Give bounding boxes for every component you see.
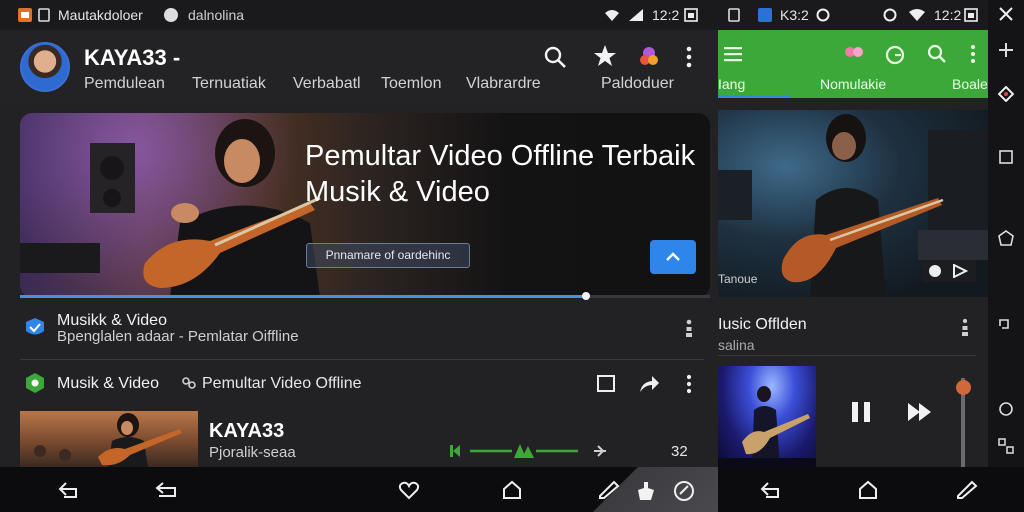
more-vert-icon[interactable] <box>684 45 694 69</box>
status-bar-right: K3:2 12:2 <box>718 0 988 30</box>
more-vert-icon[interactable] <box>684 374 694 394</box>
clipboard-icon <box>728 8 740 22</box>
tab-2[interactable]: Verbabatl <box>293 75 361 93</box>
right-row-title[interactable]: Iusic Offlden <box>718 316 807 334</box>
g-icon <box>816 8 830 22</box>
bookmark-icon[interactable] <box>596 374 616 394</box>
hero-action-button[interactable] <box>650 240 696 274</box>
play-icon[interactable] <box>928 264 970 278</box>
undo-icon[interactable] <box>155 480 179 500</box>
edit-icon[interactable] <box>956 480 978 500</box>
video-controls[interactable] <box>922 260 976 282</box>
app-logo-icon <box>18 8 32 22</box>
star-icon[interactable] <box>593 44 617 68</box>
more-vert-icon[interactable] <box>969 44 977 64</box>
status-app-name: Mautakdoloer <box>58 7 143 23</box>
arrow-icon <box>666 252 680 261</box>
share-icon[interactable] <box>638 374 660 394</box>
heart-icon[interactable] <box>398 480 420 500</box>
circle-icon <box>164 8 178 22</box>
refresh-icon[interactable] <box>884 44 906 66</box>
row1-subtitle: Bpenglalen adaar - Pemlatar Oiffline <box>57 328 299 345</box>
square-icon[interactable] <box>999 150 1013 164</box>
tab-indicator <box>718 95 790 98</box>
audio-waveform[interactable] <box>448 442 614 460</box>
tab-0[interactable]: Pemdulean <box>84 75 165 93</box>
guitarist-thumbnail <box>34 413 182 467</box>
hero-title-line1: Pemultar Video Offline Terbaik <box>305 140 696 172</box>
divider <box>20 359 704 360</box>
right-tab-0[interactable]: Iang <box>718 76 745 92</box>
home-icon[interactable] <box>858 480 878 500</box>
item-thumbnail[interactable] <box>20 411 198 467</box>
edit-icon[interactable] <box>598 480 620 500</box>
guitarist-illustration <box>20 119 321 297</box>
item-title[interactable]: KAYA33 <box>209 420 284 443</box>
right-tab-2[interactable]: Boale <box>952 76 988 92</box>
channel-name: KAYA33 - <box>84 45 181 70</box>
wifi-icon <box>909 9 925 21</box>
right-tab-1[interactable]: Nomulakie <box>820 76 886 92</box>
hero-chip[interactable]: Pnnamare of oardehinc <box>306 243 470 268</box>
color-drop-icon[interactable] <box>637 44 661 68</box>
pentagon-icon[interactable] <box>998 230 1014 246</box>
home-icon[interactable] <box>502 480 522 500</box>
back-icon[interactable] <box>58 480 80 500</box>
people-icon[interactable] <box>843 44 865 64</box>
tab-3[interactable]: Toemlon <box>381 75 441 93</box>
tab-1[interactable]: Ternuatiak <box>192 75 266 93</box>
image-icon <box>964 8 978 22</box>
divider <box>718 355 976 356</box>
grid-icon[interactable] <box>998 438 1014 454</box>
pause-icon[interactable] <box>850 400 872 424</box>
clipboard-icon <box>38 8 50 22</box>
menu-icon[interactable] <box>724 46 742 62</box>
item-count: 32 <box>671 443 688 460</box>
search-icon[interactable] <box>927 44 947 64</box>
app-logo-icon <box>758 8 772 22</box>
hand-icon[interactable] <box>634 480 656 502</box>
concert-illustration <box>718 386 816 467</box>
concert-thumbnail[interactable] <box>718 366 816 467</box>
signal-icon <box>629 9 643 21</box>
verified-badge-icon <box>26 318 44 335</box>
diamond-icon[interactable] <box>998 86 1014 102</box>
hero-progress-fill <box>20 295 586 298</box>
hero-title-line2: Musik & Video <box>305 176 490 208</box>
channel-avatar[interactable] <box>20 42 70 92</box>
status-bar: Mautakdoloer dalnolina 12:2 <box>0 0 718 30</box>
status-time: 12:2 <box>934 7 962 23</box>
image-icon <box>684 8 698 22</box>
move-icon[interactable] <box>998 42 1014 58</box>
wifi-icon <box>605 10 619 21</box>
item-subtitle: Pjoralik-seaa <box>209 444 296 461</box>
music-badge-icon <box>26 373 44 393</box>
status-time-text: K3:2 <box>780 7 809 23</box>
status-time: 12:2 <box>652 7 680 23</box>
fast-forward-icon[interactable] <box>907 402 933 422</box>
video-time: Tanoue <box>718 272 758 286</box>
tab-4[interactable]: Vlabrardre <box>466 75 541 93</box>
tab-5[interactable]: Paldoduer <box>601 75 674 93</box>
alarm-icon <box>883 8 897 22</box>
side-toolbar <box>988 0 1024 512</box>
share-edit-icon[interactable] <box>672 480 696 502</box>
hero-progress-knob[interactable] <box>581 292 590 300</box>
back-icon[interactable] <box>760 480 782 500</box>
more-vert-icon[interactable] <box>683 318 695 340</box>
status-label: dalnolina <box>188 7 245 23</box>
group-icon <box>182 377 196 389</box>
search-icon[interactable] <box>543 45 567 69</box>
timer-icon[interactable] <box>998 400 1014 416</box>
more-vert-icon[interactable] <box>959 318 971 338</box>
close-icon[interactable] <box>998 6 1014 22</box>
hero-title: Pemultar Video Offline Terbaik Musik & V… <box>305 138 710 210</box>
right-row-subtitle: salina <box>718 337 755 353</box>
rotate-icon[interactable] <box>998 316 1014 332</box>
row2-subtitle: Pemultar Video Offline <box>202 375 362 392</box>
volume-slider-knob[interactable] <box>956 379 971 395</box>
row2-title[interactable]: Musik & Video <box>57 375 159 393</box>
